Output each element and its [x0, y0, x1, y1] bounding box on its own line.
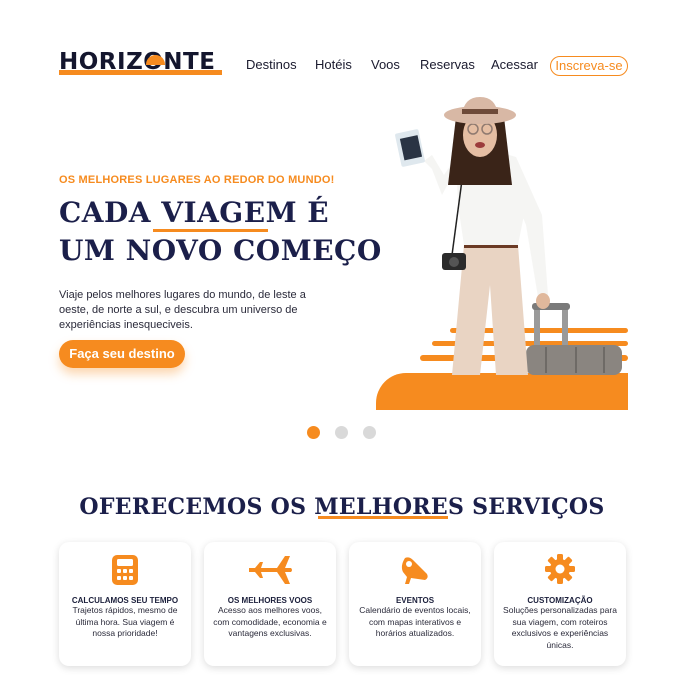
carousel-dot-1[interactable]: [307, 426, 320, 439]
nav-voos[interactable]: Voos: [371, 57, 400, 72]
carousel-dot-3[interactable]: [363, 426, 376, 439]
megaphone-icon: [401, 557, 428, 584]
nav-hoteis[interactable]: Hotéis: [315, 57, 352, 72]
service-card-text: Trajetos rápidos, mesmo de última hora. …: [72, 605, 178, 638]
cta-button[interactable]: Faça seu destino: [59, 340, 185, 368]
service-card-flights[interactable]: OS MELHORES VOOS Acesso aos melhores voo…: [204, 542, 336, 666]
services-title-underline: [318, 516, 448, 519]
airplane-icon: [249, 556, 292, 584]
service-card-title: EVENTOS: [395, 596, 435, 605]
nav-acessar[interactable]: Acessar: [491, 57, 538, 72]
service-card-text: Soluções personalizadas para sua viagem,…: [503, 605, 617, 650]
hero-image: [376, 95, 628, 410]
service-card-events[interactable]: EVENTOS Calendário de eventos locais, co…: [349, 542, 481, 666]
traveler-illustration: [395, 97, 622, 375]
hero-headline-line2: UM NOVO COMEÇO: [59, 234, 382, 267]
service-card-text: Calendário de eventos locais, com mapas …: [359, 605, 471, 638]
service-card-title: CUSTOMIZAÇÃO: [527, 596, 593, 605]
hero-description: Viaje pelos melhores lugares do mundo, d…: [59, 289, 306, 331]
headline-underline: [153, 229, 268, 232]
service-card-title: CALCULAMOS SEU TEMPO: [71, 596, 179, 605]
nav-destinos[interactable]: Destinos: [246, 57, 297, 72]
nav-reservas[interactable]: Reservas: [420, 57, 475, 72]
hero-eyebrow: OS MELHORES LUGARES AO REDOR DO MUNDO!: [59, 174, 335, 186]
signup-button[interactable]: Inscreva-se: [550, 56, 628, 76]
service-card-text: Acesso aos melhores voos, com comodidade…: [213, 605, 327, 638]
calculator-icon: [112, 555, 138, 585]
hero-headline-line1: CADA VIAGEM É: [59, 196, 330, 229]
service-card-title: OS MELHORES VOOS: [227, 596, 313, 605]
service-card-time[interactable]: CALCULAMOS SEU TEMPO Trajetos rápidos, m…: [59, 542, 191, 666]
logo-underline: [59, 70, 222, 75]
gear-icon: [545, 554, 575, 584]
service-card-custom[interactable]: CUSTOMIZAÇÃO Soluções personalizadas par…: [494, 542, 626, 666]
carousel-dot-2[interactable]: [335, 426, 348, 439]
